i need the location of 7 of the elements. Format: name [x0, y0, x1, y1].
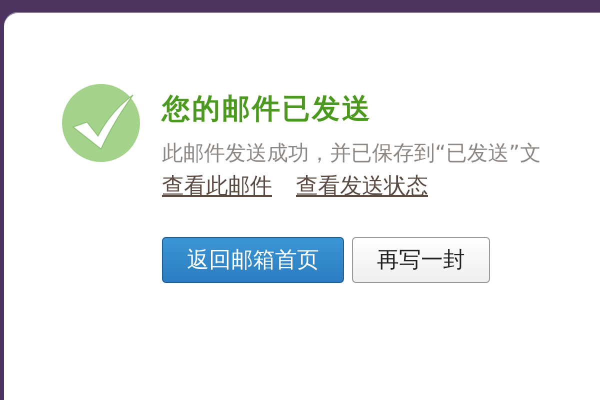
home-button[interactable]: 返回邮箱首页	[162, 237, 344, 283]
success-message: 此邮件发送成功，并已保存到“已发送”文	[162, 140, 541, 167]
checkmark-icon	[61, 83, 141, 163]
text-link[interactable]: 查看发送状态	[296, 173, 428, 201]
compose-button[interactable]: 再写一封	[352, 237, 490, 283]
success-title: 您的邮件已发送	[162, 91, 372, 127]
text-link[interactable]: 查看此邮件	[162, 173, 272, 201]
